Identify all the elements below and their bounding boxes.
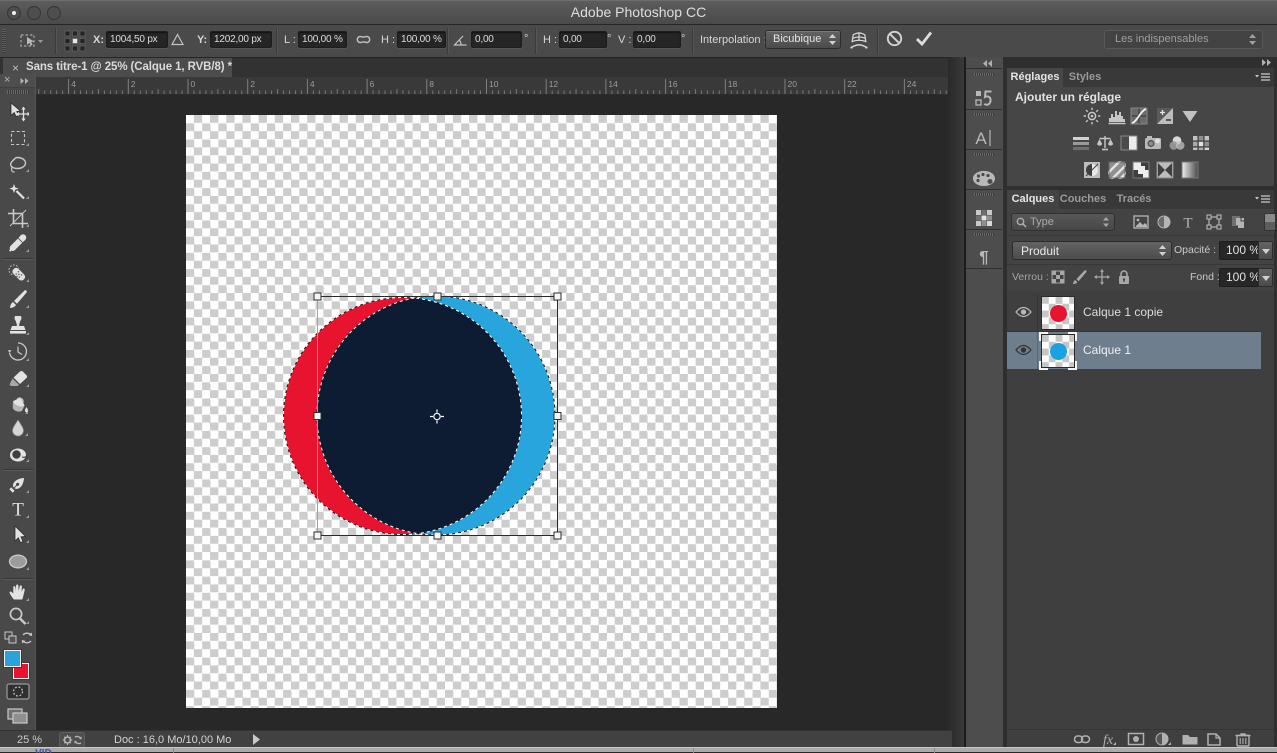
- svg-text:22: 22: [847, 79, 857, 89]
- svg-text:2: 2: [131, 79, 136, 89]
- svg-text:16: 16: [668, 79, 678, 89]
- svg-text:4: 4: [310, 79, 315, 89]
- svg-text:12: 12: [549, 79, 559, 89]
- svg-text:0: 0: [191, 79, 196, 89]
- svg-text:10: 10: [489, 79, 499, 89]
- svg-text:4: 4: [71, 79, 76, 89]
- svg-text:fx: fx: [1103, 733, 1114, 747]
- svg-text:¶: ¶: [979, 248, 988, 266]
- svg-text:14: 14: [608, 79, 618, 89]
- svg-text:T: T: [12, 500, 24, 520]
- svg-text:T: T: [1183, 216, 1192, 231]
- svg-text:6: 6: [370, 79, 375, 89]
- svg-text:20: 20: [788, 79, 798, 89]
- svg-text:A: A: [975, 129, 987, 147]
- svg-text:2: 2: [250, 79, 255, 89]
- svg-text:8: 8: [429, 79, 434, 89]
- svg-text:24: 24: [907, 79, 917, 89]
- svg-text:18: 18: [728, 79, 738, 89]
